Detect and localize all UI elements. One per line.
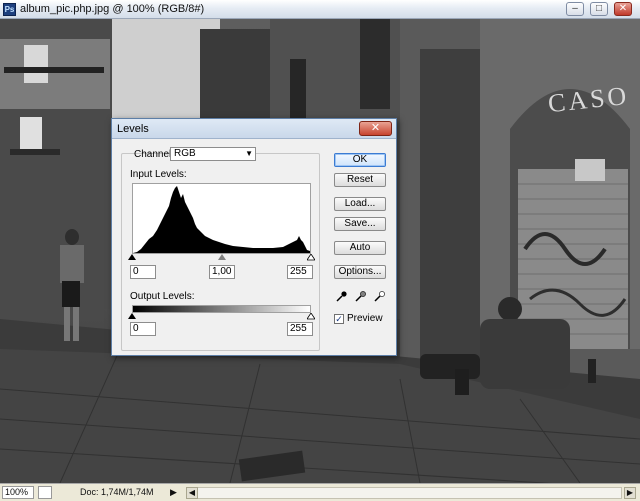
save-button[interactable]: Save... bbox=[334, 217, 386, 231]
white-eyedropper-icon[interactable] bbox=[374, 290, 386, 302]
status-menu-arrow-icon[interactable]: ▶ bbox=[170, 486, 180, 499]
channel-value: RGB bbox=[174, 148, 196, 159]
input-white-slider[interactable] bbox=[307, 254, 315, 261]
preview-checkbox[interactable]: ✓ bbox=[334, 314, 344, 324]
ok-button[interactable]: OK bbox=[334, 153, 386, 167]
black-eyedropper-icon[interactable] bbox=[336, 290, 348, 302]
load-button[interactable]: Load... bbox=[334, 197, 386, 211]
reset-button[interactable]: Reset bbox=[334, 173, 386, 187]
close-button[interactable]: ✕ bbox=[614, 2, 632, 16]
channel-select[interactable]: RGB ▼ bbox=[170, 147, 256, 161]
status-bar: 100% Doc: 1,74M/1,74M ▶ ◀ ▶ bbox=[0, 483, 640, 501]
output-gradient-bar bbox=[132, 305, 311, 313]
document-size-info: Doc: 1,74M/1,74M bbox=[80, 487, 154, 497]
levels-dialog-titlebar[interactable]: Levels ✕ bbox=[112, 119, 396, 139]
input-black-field[interactable]: 0 bbox=[130, 265, 156, 279]
gray-eyedropper-icon[interactable] bbox=[355, 290, 367, 302]
scroll-left-icon[interactable]: ◀ bbox=[186, 487, 198, 499]
options-button[interactable]: Options... bbox=[334, 265, 386, 279]
photoshop-icon: Ps bbox=[3, 3, 16, 16]
histogram-graph bbox=[133, 186, 310, 253]
input-black-slider[interactable] bbox=[128, 254, 136, 260]
maximize-button[interactable]: □ bbox=[590, 2, 608, 16]
auto-button[interactable]: Auto bbox=[334, 241, 386, 255]
dialog-close-button[interactable]: ✕ bbox=[359, 121, 392, 136]
preview-label: Preview bbox=[347, 313, 383, 324]
output-black-slider[interactable] bbox=[128, 313, 136, 319]
minimize-button[interactable]: – bbox=[566, 2, 584, 16]
channel-label: Channel: bbox=[134, 149, 175, 160]
output-black-field[interactable]: 0 bbox=[130, 322, 156, 336]
status-info-icon[interactable] bbox=[38, 486, 52, 499]
output-white-field[interactable]: 255 bbox=[287, 322, 313, 336]
input-gamma-field[interactable]: 1,00 bbox=[209, 265, 235, 279]
document-title: album_pic.php.jpg @ 100% (RGB/8#) bbox=[20, 3, 205, 15]
output-levels-label: Output Levels: bbox=[130, 291, 195, 302]
input-white-field[interactable]: 255 bbox=[287, 265, 313, 279]
output-white-slider[interactable] bbox=[307, 313, 315, 320]
levels-dialog-title: Levels bbox=[117, 123, 149, 135]
horizontal-scrollbar[interactable] bbox=[186, 487, 622, 499]
scroll-right-icon[interactable]: ▶ bbox=[624, 487, 636, 499]
input-levels-label: Input Levels: bbox=[130, 169, 187, 180]
document-titlebar: Ps album_pic.php.jpg @ 100% (RGB/8#) – □… bbox=[0, 0, 640, 19]
input-gamma-slider[interactable] bbox=[218, 254, 226, 260]
levels-dialog: Levels ✕ Channel: RGB ▼ Input Levels: 0 … bbox=[111, 118, 397, 356]
histogram bbox=[132, 183, 311, 254]
chevron-down-icon: ▼ bbox=[245, 149, 253, 158]
zoom-level-field[interactable]: 100% bbox=[2, 486, 34, 499]
